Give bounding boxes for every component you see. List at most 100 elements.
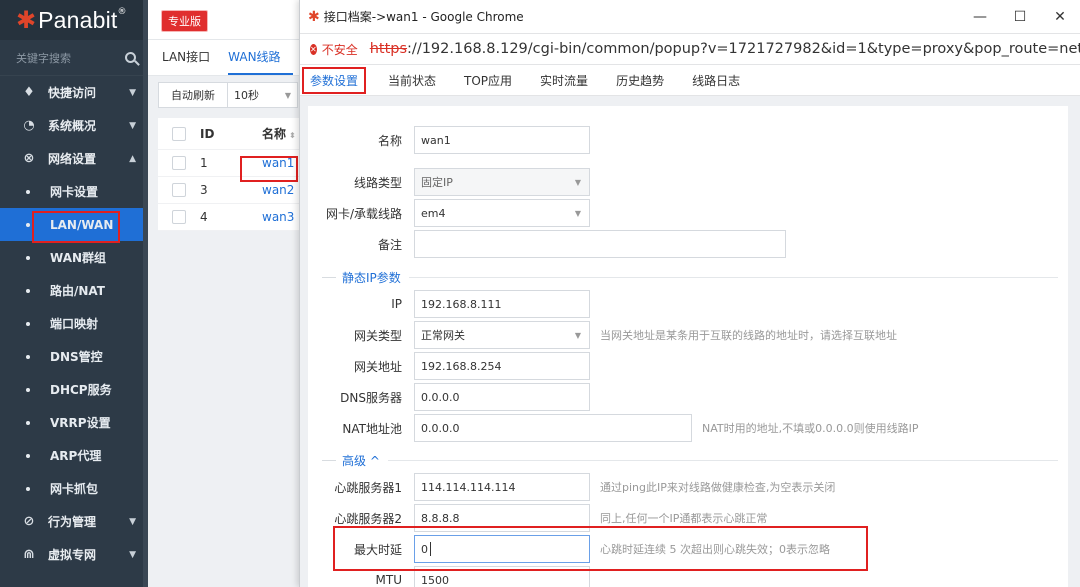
row-name-link[interactable]: wan3: [262, 210, 294, 224]
divider: [408, 276, 1058, 278]
remark-field[interactable]: [414, 230, 786, 258]
section-title[interactable]: 高级 ^: [342, 452, 380, 469]
sidebar-item-wan-group[interactable]: WAN群组: [0, 241, 148, 274]
address-bar[interactable]: ✕ 不安全 https://192.168.8.129/cgi-bin/comm…: [300, 34, 1080, 65]
sidebar-item-label: 路由/NAT: [50, 284, 105, 298]
sidebar: ✱ Panabit ® 关键字搜索 ♦ 快捷访问 ▼ ◔ 系统概况 ▼ ⊗ 网络…: [0, 0, 148, 587]
table-row[interactable]: 1 wan1: [158, 150, 318, 177]
sidebar-item-lan-wan[interactable]: LAN/WAN: [0, 208, 148, 241]
tab-realtime-traffic[interactable]: 实时流量: [540, 72, 588, 89]
gateway-address-field[interactable]: 192.168.8.254: [414, 352, 590, 380]
max-delay-hint: 心跳时延连续 5 次超出则心跳失效；0表示忽略: [600, 543, 830, 556]
sidebar-item-vrrp[interactable]: VRRP设置: [0, 406, 148, 439]
dns-server-field[interactable]: 0.0.0.0: [414, 383, 590, 411]
name-field[interactable]: wan1: [414, 126, 590, 154]
tab-line-log[interactable]: 线路日志: [692, 72, 740, 89]
bullet-icon: [26, 255, 30, 260]
menu-group-vpn[interactable]: ⋒ 虚拟专网 ▼: [0, 538, 148, 571]
tab-wan[interactable]: WAN线路: [228, 48, 293, 75]
table-row[interactable]: 3 wan2: [158, 177, 318, 204]
gateway-type-select[interactable]: 正常网关 ▼: [414, 321, 590, 349]
sidebar-item-arp-proxy[interactable]: ARP代理: [0, 439, 148, 472]
sidebar-item-nic-settings[interactable]: 网卡设置: [0, 175, 148, 208]
form-row-hb2: 心跳服务器2 8.8.8.8 同上,任何一个IP通都表示心跳正常: [308, 503, 767, 533]
column-header-name[interactable]: 名称 ⬍: [262, 125, 296, 142]
gauge-icon: ◔: [23, 118, 35, 133]
search-icon[interactable]: [125, 52, 136, 63]
form-row-dns: DNS服务器 0.0.0.0: [308, 382, 590, 412]
row-name-link[interactable]: wan2: [262, 183, 294, 197]
sort-icon[interactable]: ⬍: [289, 131, 296, 140]
menu-group-system-overview[interactable]: ◔ 系统概况 ▼: [0, 109, 148, 142]
field-label: 网关类型: [353, 328, 402, 343]
sidebar-search-input[interactable]: 关键字搜索: [16, 50, 71, 66]
refresh-interval-select[interactable]: 10秒 ▼: [228, 82, 298, 108]
sidebar-item-packet-capture[interactable]: 网卡抓包: [0, 472, 148, 505]
form-row-remark: 备注: [308, 229, 786, 259]
behavior-icon: ⊘: [23, 514, 35, 529]
chevron-down-icon: ▼: [129, 516, 136, 527]
bullet-icon: [26, 222, 30, 227]
tab-current-status[interactable]: 当前状态: [388, 72, 436, 89]
table-row[interactable]: 4 wan3: [158, 204, 318, 231]
auto-refresh-button[interactable]: 自动刷新: [158, 82, 228, 108]
maximize-button[interactable]: ☐: [1000, 0, 1040, 34]
mtu-field[interactable]: 1500: [414, 566, 590, 587]
chevron-down-icon: ▼: [129, 87, 136, 98]
url-text: ://192.168.8.129/cgi-bin/common/popup?v=…: [407, 41, 1080, 57]
row-checkbox[interactable]: [172, 156, 186, 170]
select-all-checkbox[interactable]: [172, 126, 186, 141]
sidebar-item-label: VRRP设置: [50, 416, 111, 430]
row-checkbox[interactable]: [172, 210, 186, 224]
close-button[interactable]: ✕: [1040, 0, 1080, 34]
form-row-gw-type: 网关类型 正常网关 ▼ 当网关地址是某条用于互联的线路的地址时，请选择互联地址: [308, 320, 897, 350]
tab-history-trend[interactable]: 历史趋势: [616, 72, 664, 89]
menu-group-behavior[interactable]: ⊘ 行为管理 ▼: [0, 505, 148, 538]
globe-icon: ⊗: [23, 151, 35, 166]
form-row-nic: 网卡/承载线路 em4 ▼: [308, 198, 590, 228]
field-label: 网关地址: [353, 359, 402, 374]
tab-param-settings[interactable]: 参数设置: [302, 66, 367, 94]
row-checkbox[interactable]: [172, 183, 186, 197]
section-title: 静态IP参数: [342, 270, 401, 285]
line-type-select[interactable]: 固定IP ▼: [414, 168, 590, 196]
nat-pool-field[interactable]: 0.0.0.0: [414, 414, 692, 442]
sidebar-item-dhcp[interactable]: DHCP服务: [0, 373, 148, 406]
heartbeat-server2-field[interactable]: 8.8.8.8: [414, 504, 590, 532]
minimize-button[interactable]: —: [960, 0, 1000, 34]
sidebar-item-label: DNS管控: [50, 350, 103, 364]
gateway-type-value: 正常网关: [421, 329, 465, 342]
menu-group-network-settings[interactable]: ⊗ 网络设置 ▲: [0, 142, 148, 175]
nic-select[interactable]: em4 ▼: [414, 199, 590, 227]
form-row-mtu: MTU 1500: [308, 565, 590, 587]
field-label: DNS服务器: [340, 390, 402, 405]
bullet-icon: [26, 189, 30, 194]
advanced-section-header[interactable]: 高级 ^: [322, 450, 1058, 470]
chrome-popup-window: ✱ 接口档案->wan1 - Google Chrome — ☐ ✕ ✕ 不安全…: [299, 0, 1080, 587]
ip-field[interactable]: 192.168.8.111: [414, 290, 590, 318]
form-row-max-delay: 最大时延 0 心跳时延连续 5 次超出则心跳失效；0表示忽略: [308, 534, 830, 564]
heartbeat-server1-hint: 通过ping此IP来对线路做健康检查,为空表示关闭: [600, 481, 836, 494]
sidebar-item-route-nat[interactable]: 路由/NAT: [0, 274, 148, 307]
tab-top-apps[interactable]: TOP应用: [464, 72, 512, 89]
menu-group-quick-access[interactable]: ♦ 快捷访问 ▼: [0, 76, 148, 109]
bullet-icon: [26, 354, 30, 359]
field-label: 心跳服务器2: [334, 511, 402, 526]
sidebar-item-port-mapping[interactable]: 端口映射: [0, 307, 148, 340]
sidebar-item-label: 网卡设置: [50, 185, 99, 199]
bullet-icon: [26, 321, 30, 326]
not-secure-icon[interactable]: ✕: [310, 43, 317, 55]
max-delay-field[interactable]: 0: [414, 535, 590, 563]
form-row-line-type: 线路类型 固定IP ▼: [308, 167, 590, 197]
settings-form: 名称 wan1 线路类型 固定IP ▼ 网卡/承载线路 em4 ▼ 备注 静态I…: [308, 106, 1068, 587]
window-titlebar[interactable]: ✱ 接口档案->wan1 - Google Chrome — ☐ ✕: [300, 0, 1080, 34]
sidebar-item-dns-control[interactable]: DNS管控: [0, 340, 148, 373]
heartbeat-server1-field[interactable]: 114.114.114.114: [414, 473, 590, 501]
tab-lan[interactable]: LAN接口: [162, 48, 222, 75]
chevron-up-icon: ▲: [129, 153, 136, 164]
field-label: NAT地址池: [342, 421, 402, 436]
sidebar-search[interactable]: 关键字搜索: [0, 40, 148, 76]
security-label[interactable]: 不安全: [322, 41, 358, 58]
row-name-link[interactable]: wan1: [262, 156, 294, 170]
popup-tabs: 参数设置 当前状态 TOP应用 实时流量 历史趋势 线路日志: [300, 65, 1080, 96]
